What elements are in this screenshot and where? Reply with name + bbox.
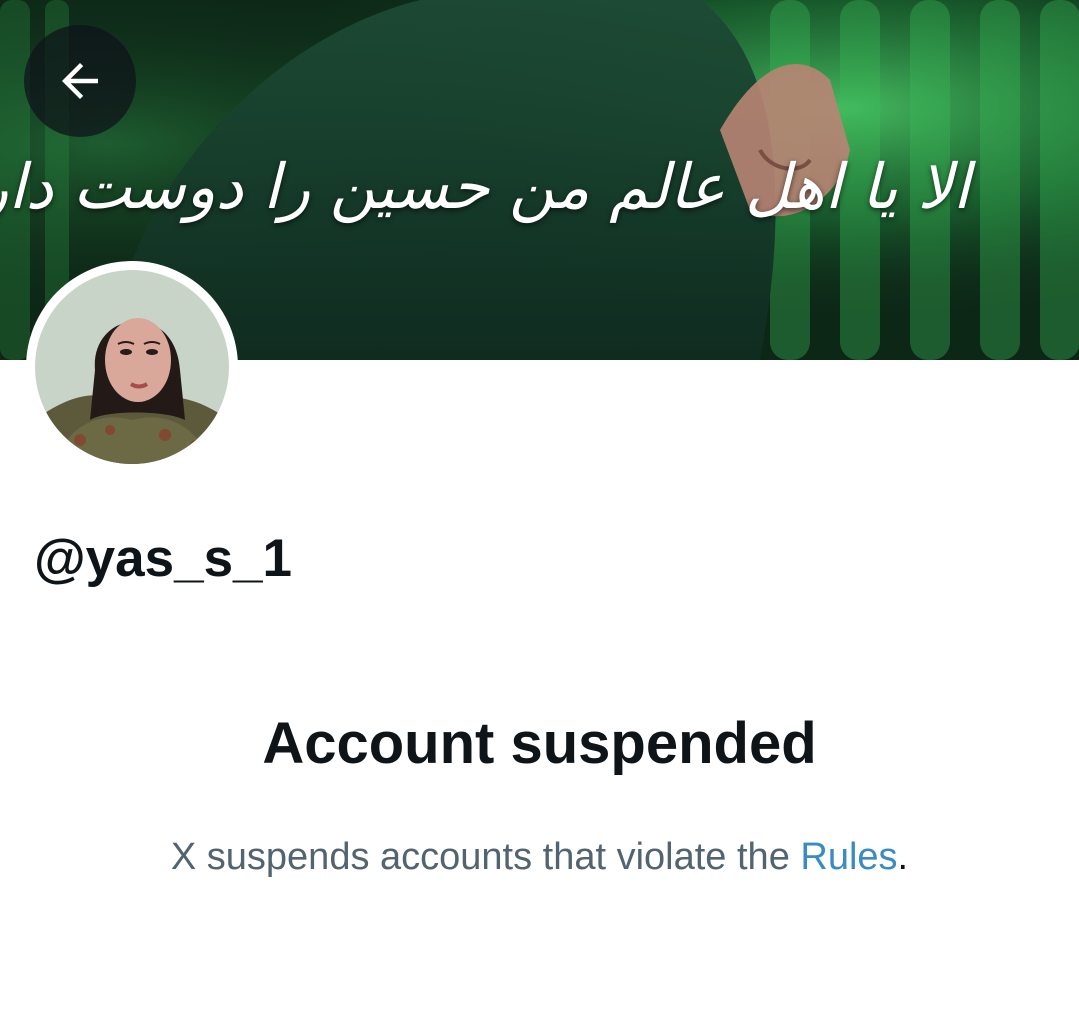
profile-handle: @yas_s_1 [34, 529, 293, 588]
back-button[interactable] [24, 25, 136, 137]
avatar[interactable] [26, 261, 238, 473]
banner-caption: الا یا اهل عالم من حسین را دوست دارم [0, 150, 970, 223]
suspended-heading: Account suspended [262, 711, 817, 776]
suspended-message-text: X suspends accounts that violate the [170, 836, 801, 878]
suspended-message: X suspends accounts that violate the Rul… [0, 836, 1079, 879]
avatar-image [35, 270, 229, 464]
suspended-message-period: . [897, 836, 909, 878]
arrow-left-icon [62, 63, 98, 99]
rules-link[interactable]: Rules [800, 836, 897, 878]
